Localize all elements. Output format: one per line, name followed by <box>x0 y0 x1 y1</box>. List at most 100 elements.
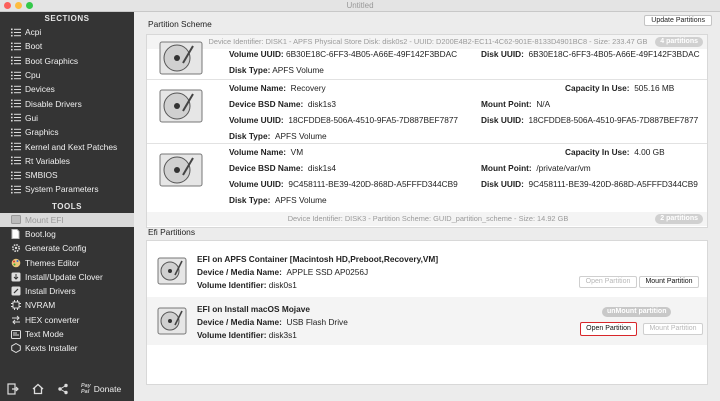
device-bsd-name: disk1s3 <box>307 99 337 109</box>
disk3-header: Device Identifier: DISK3 - Partition Sch… <box>147 212 707 226</box>
sidebar-item-label: Boot Graphics <box>25 55 79 66</box>
volume-identifier: disk0s1 <box>268 280 297 290</box>
tool-item-label: Text Mode <box>25 329 64 340</box>
disk-uuid: 6B30E18C-6FF3-4B05-A66E-49F142F3BDAC <box>528 49 700 59</box>
tool-item-kexts-installer[interactable]: Kexts Installer <box>0 341 134 355</box>
volume-uuid: 6B30E18C-6FF3-4B05-A66E-49F142F3BDAC <box>286 49 458 59</box>
tool-item-install-update-clover[interactable]: Install/Update Clover <box>0 270 134 284</box>
hard-drive-icon <box>157 257 187 285</box>
tools-list: Mount EFI Boot.log Generate Config Themes E… <box>0 212 134 356</box>
device-bsd-name: disk1s4 <box>307 163 337 173</box>
volume-name: Recovery <box>290 83 326 93</box>
driver-icon <box>10 286 21 296</box>
list-icon <box>10 27 21 37</box>
home-icon[interactable] <box>31 382 45 396</box>
sidebar-item-devices[interactable]: Devices <box>0 82 134 96</box>
volume-identifier: disk3s1 <box>268 330 297 340</box>
volume-name: VM <box>290 147 304 157</box>
sidebar-item-boot[interactable]: Boot <box>0 39 134 53</box>
sidebar-item-kernel-and-kext-patches[interactable]: Kernel and Kext Patches <box>0 139 134 153</box>
disk-uuid: 9C458111-BE39-420D-868D-A5FFFD344CB9 <box>528 179 698 189</box>
volume-uuid: 18CFDDE8-506A-4510-9FA5-7D887BEF7877 <box>288 115 459 125</box>
list-icon <box>10 56 21 66</box>
chip-icon <box>10 300 21 311</box>
document-icon <box>10 229 21 239</box>
sidebar-item-label: Kernel and Kext Patches <box>25 141 118 152</box>
tool-item-themes-editor[interactable]: Themes Editor <box>0 255 134 269</box>
sections-list: Acpi Boot Boot Graphics Cpu Devices Disable D… <box>0 25 134 197</box>
media-name: APPLE SSD AP0256J <box>286 267 369 277</box>
efi-title: EFI on APFS Container [Macintosh HD,Preb… <box>197 254 439 264</box>
update-partitions-button[interactable]: Update Partitions <box>644 15 712 26</box>
drive-icon <box>10 215 21 225</box>
efi-title: EFI on Install macOS Mojave <box>197 304 310 314</box>
share-icon[interactable] <box>56 382 70 396</box>
sidebar-item-label: Cpu <box>25 70 41 81</box>
open-partition-button[interactable]: Open Partition <box>580 322 637 336</box>
disk-type: APFS Volume <box>274 131 327 141</box>
list-icon <box>10 184 21 194</box>
open-partition-button[interactable]: Open Partition <box>579 276 637 288</box>
sidebar-item-disable-drivers[interactable]: Disable Drivers <box>0 96 134 110</box>
hard-drive-icon <box>159 89 203 123</box>
kext-icon <box>10 343 21 354</box>
sidebar-item-label: Boot <box>25 41 43 52</box>
sidebar-item-system-parameters[interactable]: System Parameters <box>0 182 134 196</box>
list-icon <box>10 99 21 109</box>
tool-item-label: Install/Update Clover <box>25 271 103 282</box>
efi-partition-item[interactable]: EFI on APFS Container [Macintosh HD,Preb… <box>147 247 707 295</box>
paypal-logo-icon: Pay Pal <box>81 383 91 395</box>
tool-item-mount-efi[interactable]: Mount EFI <box>0 212 134 227</box>
tool-item-nvram[interactable]: NVRAM <box>0 298 134 312</box>
sidebar-item-rt-variables[interactable]: Rt Variables <box>0 154 134 168</box>
tool-item-label: NVRAM <box>25 300 56 311</box>
sidebar-item-label: Gui <box>25 112 39 123</box>
sidebar-item-gui[interactable]: Gui <box>0 111 134 125</box>
capacity-in-use: 4.00 GB <box>634 147 665 157</box>
efi-partition-item[interactable]: EFI on Install macOS Mojave Device / Med… <box>147 297 707 345</box>
tool-item-hex-converter[interactable]: HEX converter <box>0 313 134 327</box>
sidebar-item-graphics[interactable]: Graphics <box>0 125 134 139</box>
sidebar-item-cpu[interactable]: Cpu <box>0 68 134 82</box>
tools-header: TOOLS <box>52 201 82 211</box>
media-name: USB Flash Drive <box>286 317 348 327</box>
list-icon <box>10 127 21 137</box>
list-icon <box>10 142 21 152</box>
tool-item-text-mode[interactable]: Text Mode <box>0 327 134 341</box>
list-icon <box>10 84 21 94</box>
partition-scheme-list[interactable]: Device Identifier: DISK1 - APFS Physical… <box>146 34 708 228</box>
converter-icon <box>10 315 21 325</box>
mount-point: N/A <box>536 99 551 109</box>
tool-item-boot-log[interactable]: Boot.log <box>0 227 134 241</box>
donate-button[interactable]: Pay Pal Donate <box>81 383 121 395</box>
tool-item-label: Install Drivers <box>25 286 76 297</box>
disk3-info: Device Identifier: DISK3 - Partition Sch… <box>287 214 569 223</box>
sidebar-item-label: System Parameters <box>25 184 99 195</box>
mount-point: /private/var/vm <box>536 163 591 173</box>
sidebar-item-label: Acpi <box>25 27 42 38</box>
sidebar-item-acpi[interactable]: Acpi <box>0 25 134 39</box>
tool-item-generate-config[interactable]: Generate Config <box>0 241 134 255</box>
sidebar-item-smbios[interactable]: SMBIOS <box>0 168 134 182</box>
donate-label: Donate <box>93 384 122 394</box>
sidebar-item-boot-graphics[interactable]: Boot Graphics <box>0 54 134 68</box>
disk-uuid: 18CFDDE8-506A-4510-9FA5-7D887BEF7877 <box>528 115 699 125</box>
volume-row[interactable]: Volume UUID: 6B30E18C-6FF3-4B05-A66E-49F… <box>147 35 707 81</box>
sidebar-bottom-bar: Pay Pal Donate <box>0 377 134 401</box>
volume-uuid: 9C458111-BE39-420D-868D-A5FFFD344CB9 <box>288 179 458 189</box>
sidebar-item-label: SMBIOS <box>25 170 58 181</box>
mount-partition-button[interactable]: Mount Partition <box>643 323 703 335</box>
sidebar-item-label: Graphics <box>25 127 59 138</box>
download-icon <box>10 272 21 282</box>
hard-drive-icon <box>159 153 203 187</box>
volume-row-recovery[interactable]: Volume Name: Recovery Capacity In Use: 5… <box>147 79 707 143</box>
sidebar-item-label: Disable Drivers <box>25 98 82 109</box>
exit-icon[interactable] <box>6 382 20 396</box>
list-icon <box>10 113 21 123</box>
mount-partition-button[interactable]: Mount Partition <box>639 276 699 288</box>
tool-item-install-drivers[interactable]: Install Drivers <box>0 284 134 298</box>
list-icon <box>10 41 21 51</box>
volume-row-vm[interactable]: Volume Name: VM Capacity In Use: 4.00 GB… <box>147 143 707 207</box>
list-icon <box>10 156 21 166</box>
tool-item-label: Kexts Installer <box>25 343 78 354</box>
